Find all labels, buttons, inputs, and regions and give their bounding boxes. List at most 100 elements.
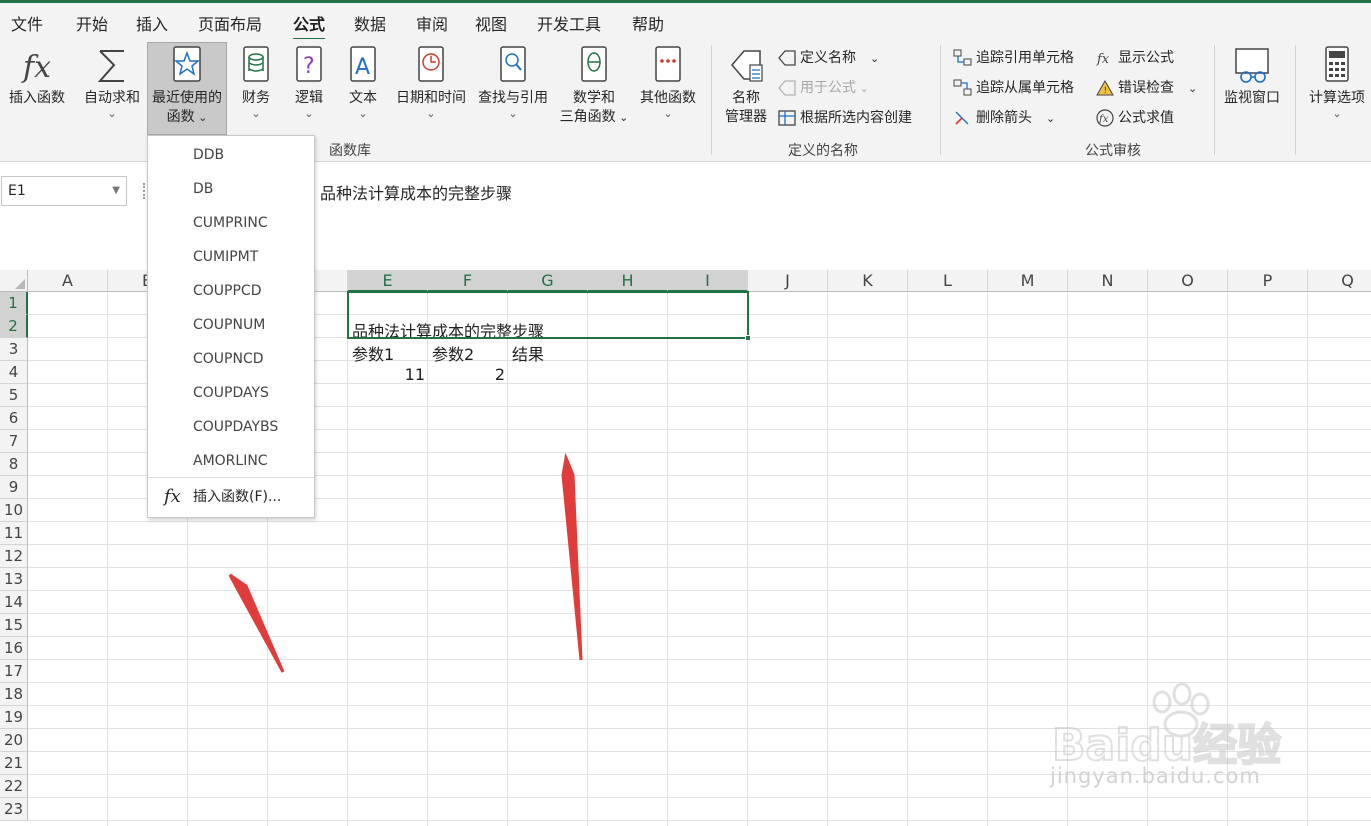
question-book-icon: ? <box>287 43 331 87</box>
recent-function-item[interactable]: DDB <box>148 138 314 172</box>
autosum-button[interactable]: 自动求和 ⌄ <box>80 43 144 120</box>
tab-developer[interactable]: 开发工具 <box>537 11 601 35</box>
tab-formulas[interactable]: 公式 <box>293 11 326 41</box>
insert-function-label: 插入函数 <box>9 90 65 106</box>
trace-precedents-label: 追踪引用单元格 <box>976 50 1074 66</box>
recent-functions-label-1: 最近使用的 <box>152 90 222 106</box>
evaluate-formula-icon: fx <box>1095 109 1115 127</box>
create-from-selection-button[interactable]: 根据所选内容创建 <box>777 107 912 129</box>
recent-function-item[interactable]: AMORLINC <box>148 444 314 478</box>
math-trig-label-1: 数学和 <box>573 90 615 106</box>
grid-create-icon <box>777 109 797 127</box>
name-manager-button[interactable]: 名称 管理器 <box>720 43 772 127</box>
tag-fx-icon <box>777 79 797 97</box>
tab-view[interactable]: 视图 <box>475 11 507 35</box>
chevron-down-icon: ⌄ <box>615 111 629 124</box>
trace-precedents-button[interactable]: 追踪引用单元格 <box>953 47 1074 69</box>
financial-button[interactable]: 财务 ⌄ <box>234 43 278 120</box>
recent-functions-label-2: 函数 <box>166 109 195 125</box>
recent-function-item[interactable]: DB <box>148 172 314 206</box>
svg-text:fx: fx <box>21 50 51 85</box>
arrow-annotation-right <box>561 452 583 661</box>
tab-home[interactable]: 开始 <box>76 11 108 35</box>
svg-text:A: A <box>355 55 370 80</box>
recent-functions-dropdown: DDB DB CUMPRINC CUMIPMT COUPPCD COUPNUM … <box>147 135 315 518</box>
tab-help[interactable]: 帮助 <box>632 11 664 35</box>
tab-file[interactable]: 文件 <box>11 11 43 35</box>
insert-function-button[interactable]: fx 插入函数 <box>4 43 70 108</box>
trace-dependents-button[interactable]: 追踪从属单元格 <box>953 77 1074 99</box>
evaluate-formula-label: 公式求值 <box>1118 110 1174 126</box>
insert-function-menu-label: 插入函数(F)... <box>193 489 282 505</box>
trace-dependents-icon <box>953 79 973 97</box>
formula-auditing-group-label: 公式审核 <box>1085 143 1141 159</box>
recent-functions-button[interactable]: 最近使用的 函数 ⌄ <box>147 42 227 135</box>
dots-book-icon <box>636 43 700 87</box>
trace-precedents-icon <box>953 49 973 67</box>
tab-page-layout[interactable]: 页面布局 <box>198 11 262 35</box>
fx-icon: fx <box>4 43 70 87</box>
text-book-icon: A <box>341 43 385 87</box>
create-from-selection-label: 根据所选内容创建 <box>800 110 912 126</box>
more-functions-label: 其他函数 <box>640 90 696 106</box>
glasses-icon <box>1219 43 1285 87</box>
menu-bar: 文件 开始 插入 页面布局 公式 数据 审阅 视图 开发工具 帮助 <box>0 3 1371 41</box>
trace-dependents-label: 追踪从属单元格 <box>976 80 1074 96</box>
watch-window-button[interactable]: 监视窗口 <box>1219 43 1285 108</box>
math-trig-button[interactable]: 数学和 三角函数 ⌄ <box>556 43 632 127</box>
svg-text:fx: fx <box>1096 52 1110 67</box>
menu-divider <box>148 477 314 478</box>
fx-icon: fx <box>164 486 181 507</box>
recent-function-item[interactable]: COUPDAYS <box>148 376 314 410</box>
recent-function-item[interactable]: COUPPCD <box>148 274 314 308</box>
theta-book-icon <box>556 43 632 87</box>
error-checking-label: 错误检查 <box>1118 80 1174 96</box>
chevron-down-icon: ⌄ <box>1188 82 1198 95</box>
recent-function-item[interactable]: COUPDAYBS <box>148 410 314 444</box>
show-formulas-button[interactable]: fx 显示公式 <box>1095 47 1174 69</box>
tag-list-icon <box>720 43 772 87</box>
calculation-options-button[interactable]: 计算选项 ⌄ <box>1303 43 1371 120</box>
recent-function-item[interactable]: COUPNUM <box>148 308 314 342</box>
watch-window-label: 监视窗口 <box>1224 90 1280 106</box>
chevron-down-icon: ⌄ <box>107 107 117 120</box>
lookup-button[interactable]: 查找与引用 ⌄ <box>473 43 553 120</box>
group-divider <box>711 45 712 155</box>
chevron-down-icon[interactable]: ▼ <box>112 177 120 205</box>
name-box[interactable]: E1 ▼ <box>1 176 127 206</box>
datetime-button[interactable]: 日期和时间 ⌄ <box>392 43 470 120</box>
remove-arrows-button[interactable]: 删除箭头 ⌄ <box>953 107 1055 129</box>
text-label: 文本 <box>349 90 377 106</box>
arrow-annotation-left <box>228 573 285 673</box>
tab-insert[interactable]: 插入 <box>136 11 168 35</box>
function-library-group-label: 函数库 <box>329 143 371 159</box>
define-name-button[interactable]: 定义名称 ⌄ <box>777 47 879 69</box>
tab-data[interactable]: 数据 <box>354 11 386 35</box>
use-in-formula-label: 用于公式 <box>800 80 856 96</box>
insert-function-menu-item[interactable]: fx 插入函数(F)... <box>148 482 314 512</box>
use-in-formula-button[interactable]: 用于公式 ⌄ <box>777 77 869 99</box>
text-button[interactable]: A 文本 ⌄ <box>341 43 385 120</box>
more-functions-button[interactable]: 其他函数 ⌄ <box>636 43 700 120</box>
recent-function-item[interactable]: COUPNCD <box>148 342 314 376</box>
watermark-url: jingyan.baidu.com <box>1050 764 1261 788</box>
svg-text:?: ? <box>303 54 315 79</box>
logical-button[interactable]: ? 逻辑 ⌄ <box>287 43 331 120</box>
define-name-label: 定义名称 <box>800 50 856 66</box>
recent-function-item[interactable]: CUMPRINC <box>148 206 314 240</box>
logical-label: 逻辑 <box>295 90 323 106</box>
show-formulas-label: 显示公式 <box>1118 50 1174 66</box>
error-checking-button[interactable]: ! 错误检查 ⌄ <box>1095 77 1197 99</box>
evaluate-formula-button[interactable]: fx 公式求值 <box>1095 107 1174 129</box>
remove-arrows-icon <box>953 109 973 127</box>
star-book-icon <box>148 43 226 87</box>
clock-book-icon <box>392 43 470 87</box>
recent-function-item[interactable]: CUMIPMT <box>148 240 314 274</box>
sigma-icon <box>80 43 144 87</box>
tab-review[interactable]: 审阅 <box>416 11 448 35</box>
autosum-label: 自动求和 <box>84 90 140 106</box>
name-manager-label-1: 名称 <box>732 90 760 106</box>
formula-content[interactable]: 品种法计算成本的完整步骤 <box>320 180 512 204</box>
chevron-down-icon: ⌄ <box>870 52 880 65</box>
chevron-down-icon: ⌄ <box>856 82 869 95</box>
